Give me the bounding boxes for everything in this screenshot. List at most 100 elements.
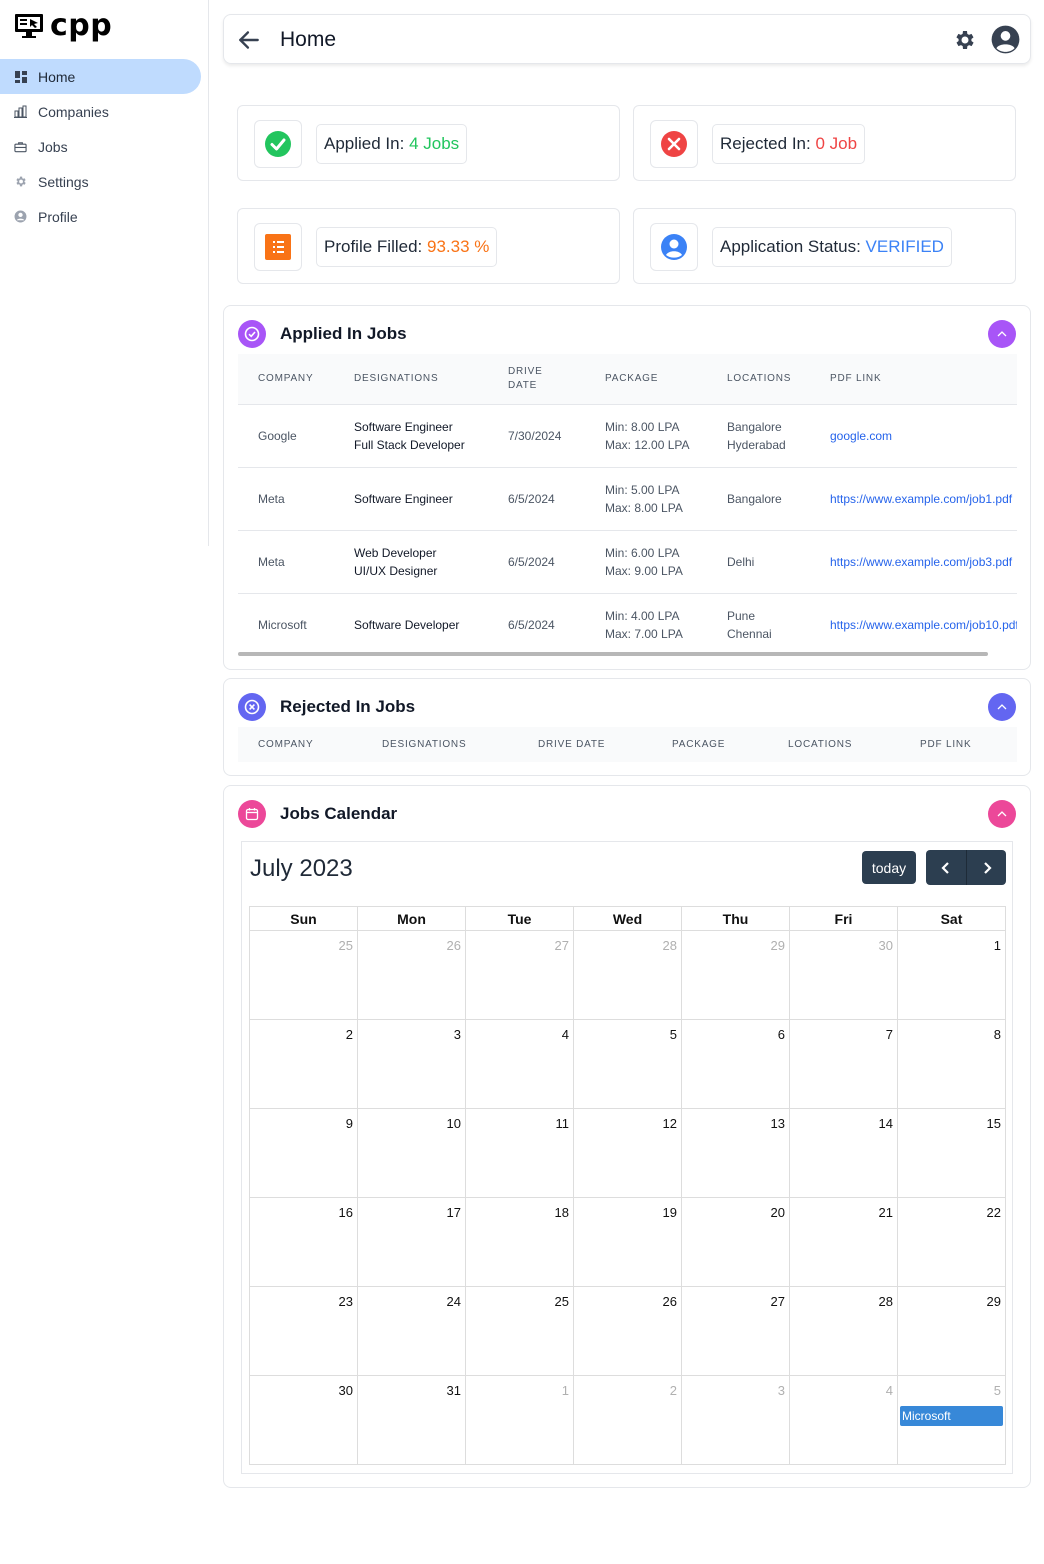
sidebar-item-settings[interactable]: Settings xyxy=(0,164,201,199)
calendar-day-cell[interactable]: 2 xyxy=(250,1020,358,1108)
applied-stat-icon-box xyxy=(254,120,302,168)
pdf-link[interactable]: https://www.example.com/job3.pdf xyxy=(810,529,1017,593)
jobs-calendar-title: Jobs Calendar xyxy=(280,804,398,823)
calendar-day-cell[interactable]: 23 xyxy=(250,1287,358,1375)
rejected-jobs-title: Rejected In Jobs xyxy=(280,697,416,716)
calendar-day-cell[interactable]: 30 xyxy=(250,1376,358,1464)
horizontal-scrollbar[interactable] xyxy=(238,652,988,656)
calendar-day-cell[interactable]: 22 xyxy=(898,1198,1005,1286)
day-number: 24 xyxy=(446,1294,461,1309)
calendar-day-cell[interactable]: 12 xyxy=(574,1109,682,1197)
calendar-day-cell[interactable]: 28 xyxy=(574,931,682,1019)
pdf-link[interactable]: https://www.example.com/job10.pdf xyxy=(810,592,1017,656)
package-cell: Min: 4.00 LPA Max: 7.00 LPA xyxy=(585,592,707,656)
day-number: 11 xyxy=(555,1116,570,1131)
calendar-event[interactable]: Microsoft xyxy=(900,1406,1003,1426)
calendar-day-cell[interactable]: 9 xyxy=(250,1109,358,1197)
calendar-day-cell[interactable]: 29 xyxy=(898,1287,1005,1375)
calendar-day-cell[interactable]: 6 xyxy=(682,1020,790,1108)
calendar-day-cell[interactable]: 13 xyxy=(682,1109,790,1197)
sidebar-item-jobs[interactable]: Jobs xyxy=(0,129,201,164)
calendar-day-cell[interactable]: 3 xyxy=(682,1376,790,1464)
sidebar-item-label: Jobs xyxy=(38,138,68,155)
collapse-chevron-up-icon[interactable] xyxy=(988,693,1016,721)
calendar-day-cell[interactable]: 18 xyxy=(466,1198,574,1286)
sidebar-item-profile[interactable]: Profile xyxy=(0,199,201,234)
column-header: COMPANY xyxy=(238,727,362,762)
next-month-button[interactable] xyxy=(966,850,1006,885)
applied-jobs-table: COMPANY DESIGNATIONS DRIVE DATE PACKAGE … xyxy=(238,354,1017,656)
locations-cell: Bangalore Hyderabad xyxy=(707,403,810,467)
calendar-day-cell[interactable]: 17 xyxy=(358,1198,466,1286)
topbar: Home xyxy=(223,14,1031,64)
calendar-day-cell[interactable]: 27 xyxy=(466,931,574,1019)
logo[interactable]: cpp xyxy=(14,8,112,44)
column-header: PDF LINK xyxy=(810,354,1017,404)
calendar-day-cell[interactable]: 14 xyxy=(790,1109,898,1197)
calendar-day-cell[interactable]: 25 xyxy=(466,1287,574,1375)
day-number: 15 xyxy=(986,1116,1001,1131)
company-cell: Meta xyxy=(238,529,334,593)
calendar-day-cell[interactable]: 1 xyxy=(466,1376,574,1464)
rejected-stat-label: Rejected In: 0 Job xyxy=(712,124,866,164)
calendar-day-cell[interactable]: 26 xyxy=(574,1287,682,1375)
day-number: 8 xyxy=(993,1027,1001,1042)
column-header: PDF LINK xyxy=(900,727,1017,762)
day-number: 7 xyxy=(885,1027,893,1042)
calendar-day-cell[interactable]: 7 xyxy=(790,1020,898,1108)
calendar-day-cell[interactable]: 25 xyxy=(250,931,358,1019)
sidebar-item-home[interactable]: Home xyxy=(0,59,201,94)
calendar-day-cell[interactable]: 27 xyxy=(682,1287,790,1375)
calendar-day-cell[interactable]: 15 xyxy=(898,1109,1005,1197)
today-button[interactable]: today xyxy=(862,851,916,884)
status-stat-icon-box xyxy=(650,223,698,271)
collapse-chevron-up-icon[interactable] xyxy=(988,320,1016,348)
calendar-day-cell[interactable]: 16 xyxy=(250,1198,358,1286)
calendar-day-cell[interactable]: 1 xyxy=(898,931,1005,1019)
calendar-day-cell[interactable]: 24 xyxy=(358,1287,466,1375)
calendar-day-cell[interactable]: 4 xyxy=(466,1020,574,1108)
calendar-icon xyxy=(238,800,266,828)
weekday-label: Sun xyxy=(250,907,358,930)
x-circle-icon xyxy=(661,131,687,157)
day-number: 3 xyxy=(777,1383,785,1398)
calendar-day-cell[interactable]: 3 xyxy=(358,1020,466,1108)
calendar-day-cell[interactable]: 4 xyxy=(790,1376,898,1464)
settings-gear-icon[interactable] xyxy=(952,28,976,52)
day-number: 2 xyxy=(669,1383,677,1398)
calendar-day-cell[interactable]: 10 xyxy=(358,1109,466,1197)
sidebar-item-companies[interactable]: Companies xyxy=(0,94,201,129)
calendar-day-cell[interactable]: 8 xyxy=(898,1020,1005,1108)
pdf-link[interactable]: google.com xyxy=(810,403,1017,467)
day-number: 27 xyxy=(770,1294,785,1309)
weekday-label: Wed xyxy=(574,907,682,930)
collapse-chevron-up-icon[interactable] xyxy=(988,800,1016,828)
back-arrow-icon[interactable] xyxy=(236,27,262,53)
day-number: 30 xyxy=(338,1383,353,1398)
account-avatar-icon[interactable] xyxy=(991,25,1020,54)
drive-date-cell: 6/5/2024 xyxy=(488,592,585,656)
brand-name: cpp xyxy=(50,8,113,43)
calendar-day-cell[interactable]: 5 Microsoft xyxy=(898,1376,1005,1464)
calendar-day-cell[interactable]: 29 xyxy=(682,931,790,1019)
calendar-day-cell[interactable]: 26 xyxy=(358,931,466,1019)
column-header: COMPANY xyxy=(238,354,334,404)
prev-month-button[interactable] xyxy=(926,850,966,885)
check-circle-icon xyxy=(265,131,291,157)
weekday-label: Thu xyxy=(682,907,790,930)
sidebar-item-label: Profile xyxy=(38,208,78,225)
weekday-label: Sat xyxy=(940,911,963,927)
calendar-day-cell[interactable]: 11 xyxy=(466,1109,574,1197)
calendar-day-cell[interactable]: 21 xyxy=(790,1198,898,1286)
rejected-stat-icon-box xyxy=(650,120,698,168)
calendar-day-cell[interactable]: 30 xyxy=(790,931,898,1019)
pdf-link[interactable]: https://www.example.com/job1.pdf xyxy=(810,466,1017,530)
calendar-day-cell[interactable]: 28 xyxy=(790,1287,898,1375)
calendar-day-cell[interactable]: 19 xyxy=(574,1198,682,1286)
calendar-day-cell[interactable]: 31 xyxy=(358,1376,466,1464)
day-number: 21 xyxy=(878,1205,893,1220)
calendar-day-cell[interactable]: 2 xyxy=(574,1376,682,1464)
calendar-day-cell[interactable]: 5 xyxy=(574,1020,682,1108)
day-number: 12 xyxy=(662,1116,677,1131)
calendar-day-cell[interactable]: 20 xyxy=(682,1198,790,1286)
